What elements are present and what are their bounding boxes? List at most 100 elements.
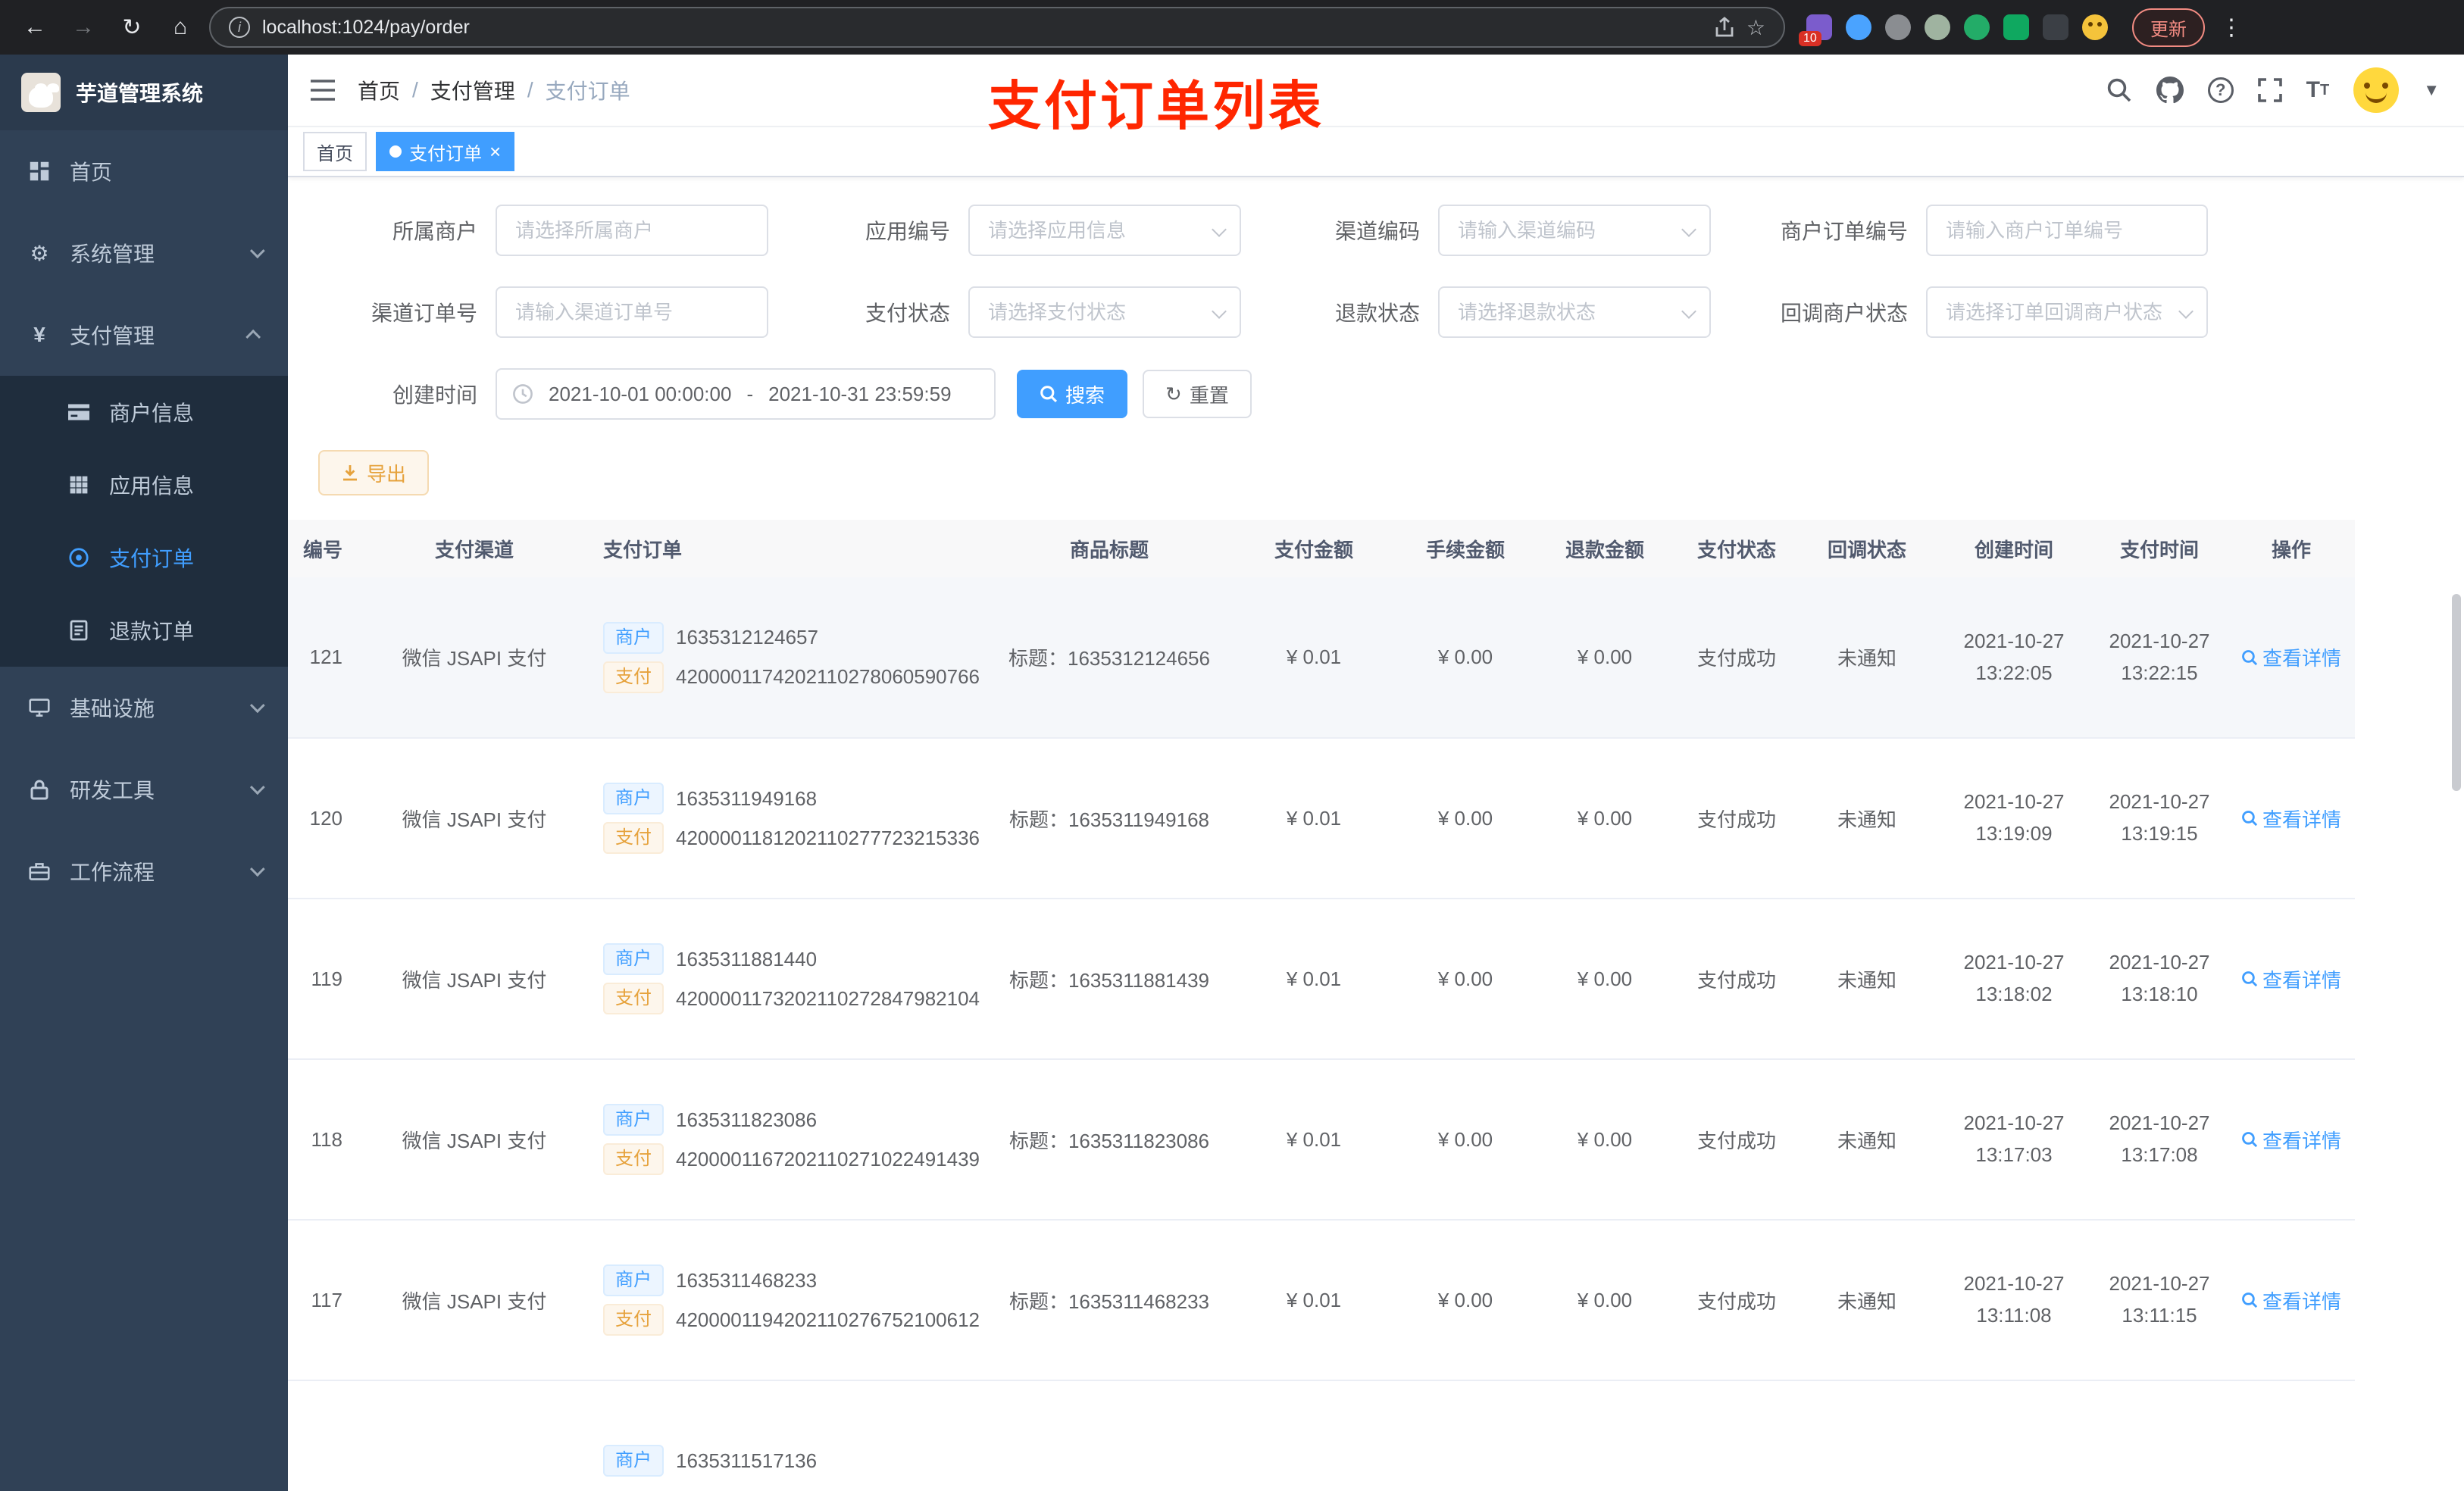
extension-icon[interactable] xyxy=(2003,14,2029,40)
pay-badge: 支付 xyxy=(603,661,664,693)
callback-status-select[interactable] xyxy=(1926,286,2208,338)
sidebar-item-infra[interactable]: 基础设施 xyxy=(0,667,288,749)
extension-icon[interactable] xyxy=(1925,14,1950,40)
table-row: 119 微信 JSAPI 支付 商户 1635311881440 支付 420000… xyxy=(288,899,2355,1060)
channel-code-select[interactable] xyxy=(1438,205,1711,256)
sidebar-item-refund-order[interactable]: 退款订单 xyxy=(0,594,288,667)
user-avatar[interactable] xyxy=(2353,67,2400,113)
table-row: 121 微信 JSAPI 支付 商户 1635312124657 支付 420000… xyxy=(288,577,2355,739)
pay-status-label: 支付状态 xyxy=(865,302,950,325)
cell-created: 2021-10-27 13:19:09 xyxy=(1937,738,2091,899)
pay-badge: 支付 xyxy=(603,1304,664,1336)
app-logo[interactable]: 芋道管理系统 xyxy=(0,55,288,130)
merchant-input[interactable] xyxy=(496,205,768,256)
extensions-puzzle-icon[interactable] xyxy=(2043,14,2068,40)
bookmark-star-icon[interactable]: ☆ xyxy=(1746,15,1765,40)
help-icon[interactable]: ? xyxy=(2207,77,2234,103)
cell-status: 支付成功 xyxy=(1676,899,1797,1060)
sidebar-item-app-info[interactable]: 应用信息 xyxy=(0,449,288,521)
cell-amount: ¥ 0.01 xyxy=(1230,738,1397,899)
sidebar-item-payment[interactable]: ¥ 支付管理 xyxy=(0,294,288,376)
view-detail-link[interactable]: 查看详情 xyxy=(2241,805,2341,833)
sidebar-item-workflow[interactable]: 工作流程 xyxy=(0,830,288,912)
magnifier-icon xyxy=(2242,811,2258,827)
grid-icon xyxy=(67,475,91,495)
close-icon[interactable]: × xyxy=(489,142,501,161)
vertical-scrollbar[interactable] xyxy=(2452,594,2461,791)
view-detail-link[interactable]: 查看详情 xyxy=(2241,965,2341,993)
refund-status-select[interactable] xyxy=(1438,286,1711,338)
sidebar-item-home[interactable]: 首页 xyxy=(0,130,288,212)
caret-down-icon[interactable]: ▼ xyxy=(2423,80,2440,100)
reset-button[interactable]: ↻ 重置 xyxy=(1143,370,1252,418)
search-icon[interactable] xyxy=(2106,77,2132,103)
profile-avatar[interactable] xyxy=(2082,14,2108,40)
create-time-range-picker[interactable]: 2021-10-01 00:00:00 - 2021-10-31 23:59:5… xyxy=(496,368,996,420)
share-icon[interactable] xyxy=(1715,17,1734,38)
extension-badge: 10 xyxy=(1799,31,1821,46)
extension-icon[interactable]: 10 xyxy=(1799,14,1832,46)
font-size-icon[interactable]: TT xyxy=(2306,77,2330,103)
sidebar-item-merchant-info[interactable]: 商户信息 xyxy=(0,376,288,449)
breadcrumb-home[interactable]: 首页 xyxy=(358,75,400,105)
tab-pay-order[interactable]: 支付订单 × xyxy=(376,132,515,171)
breadcrumb-current: 支付订单 xyxy=(545,80,630,103)
briefcase-icon xyxy=(27,861,52,881)
back-button[interactable]: ← xyxy=(15,8,55,47)
refresh-button[interactable]: ↻ xyxy=(112,8,152,47)
merchant-badge: 商户 xyxy=(603,783,664,814)
cell-id: 121 xyxy=(288,577,358,739)
github-icon[interactable] xyxy=(2156,77,2184,104)
chevron-down-icon xyxy=(249,243,265,259)
cell-fee: ¥ 0.00 xyxy=(1397,738,1534,899)
search-button[interactable]: 搜索 xyxy=(1017,370,1128,418)
cell-refund: ¥ 0.00 xyxy=(1534,1059,1676,1221)
site-info-icon[interactable]: i xyxy=(229,17,250,38)
cell-title: 标题：1635311881439 xyxy=(988,899,1230,1060)
extension-icon[interactable] xyxy=(1846,14,1871,40)
breadcrumb-payment[interactable]: 支付管理 xyxy=(430,75,515,105)
tab-home[interactable]: 首页 xyxy=(303,132,367,171)
view-detail-link[interactable]: 查看详情 xyxy=(2241,643,2341,671)
logo-image xyxy=(21,73,61,112)
fullscreen-icon[interactable] xyxy=(2257,78,2282,102)
cell-paid: 2021-10-27 13:19:15 xyxy=(2091,738,2228,899)
page-title-annotation: 支付订单列表 xyxy=(988,77,1324,136)
cell-actions: 查看详情 xyxy=(2228,1059,2355,1221)
merchant-order-no-input[interactable] xyxy=(1926,205,2208,256)
sidebar: 芋道管理系统 首页 ⚙ 系统管理 ¥ 支付管理 商户信息 应用信息 支付订单 退… xyxy=(0,55,288,1491)
extension-icon[interactable] xyxy=(1885,14,1911,40)
export-button[interactable]: 导出 xyxy=(318,450,430,495)
channel-order-no-input[interactable] xyxy=(496,286,768,338)
cell-refund: ¥ 0.00 xyxy=(1534,738,1676,899)
cell-order: 商户 1635311881440 支付 4200001173202110272847… xyxy=(591,899,988,1060)
callback-status-label: 回调商户状态 xyxy=(1780,302,1908,325)
merchant-order-no-field xyxy=(1926,205,2208,256)
pay-status-select[interactable] xyxy=(968,286,1241,338)
home-button[interactable]: ⌂ xyxy=(161,8,200,47)
sidebar-item-devtools[interactable]: 研发工具 xyxy=(0,749,288,830)
app-field xyxy=(968,205,1241,256)
address-bar[interactable]: i localhost:1024/pay/order ☆ xyxy=(209,7,1785,48)
extension-icon[interactable] xyxy=(1964,14,1990,40)
cell-paid: 2021-10-27 13:18:10 xyxy=(2091,899,2228,1060)
cell-title: 标题：1635311949168 xyxy=(988,738,1230,899)
cell-paid: 2021-10-27 13:11:15 xyxy=(2091,1220,2228,1381)
hamburger-icon[interactable] xyxy=(288,79,358,102)
cell-actions: 查看详情 xyxy=(2228,1220,2355,1381)
forward-button[interactable]: → xyxy=(64,8,103,47)
cell-amount: ¥ 0.01 xyxy=(1230,899,1397,1060)
sidebar-item-pay-order[interactable]: 支付订单 xyxy=(0,521,288,594)
cell-status: 支付成功 xyxy=(1676,577,1797,739)
app-select[interactable] xyxy=(968,205,1241,256)
browser-menu-icon[interactable]: ⋮ xyxy=(2214,14,2249,41)
target-icon xyxy=(67,547,91,568)
cell-order: 商户 1635311823086 支付 4200001167202110271022… xyxy=(591,1059,988,1221)
top-navbar: 首页 / 支付管理 / 支付订单 支付订单列表 ? TT ▼ xyxy=(288,55,2464,136)
browser-update-button[interactable]: 更新 xyxy=(2132,8,2205,47)
sidebar-item-system[interactable]: ⚙ 系统管理 xyxy=(0,212,288,294)
refund-status-label: 退款状态 xyxy=(1334,302,1420,325)
view-detail-link[interactable]: 查看详情 xyxy=(2241,1286,2341,1314)
view-detail-link[interactable]: 查看详情 xyxy=(2241,1126,2341,1154)
navbar-actions: ? TT ▼ xyxy=(2106,67,2464,113)
